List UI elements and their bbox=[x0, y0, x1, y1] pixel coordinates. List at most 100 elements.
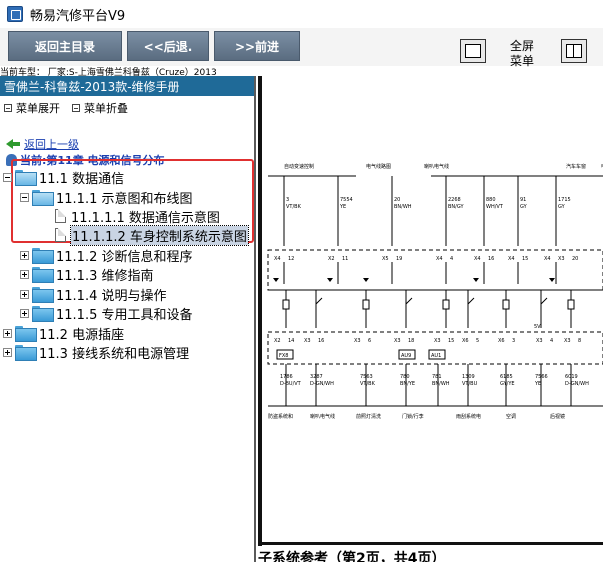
diagram-bottom-label: 后视镜 bbox=[550, 413, 565, 420]
wire-number: 780 bbox=[400, 374, 410, 380]
fuse-label: AU9 bbox=[401, 353, 411, 359]
wire-color: D-GN/WH bbox=[565, 381, 589, 387]
switch-mark bbox=[405, 297, 413, 305]
wire-number: 3287 bbox=[310, 374, 323, 380]
fuse-label: FX8 bbox=[279, 353, 288, 359]
tree-node-11-1-3[interactable]: 11.1.3 维修指南 bbox=[20, 265, 153, 284]
connector-pin: 16 bbox=[318, 338, 324, 344]
back-arrow-icon bbox=[6, 139, 20, 149]
back-button[interactable]: <<后退. bbox=[127, 31, 209, 61]
tree-label[interactable]: 11.1.4 说明与操作 bbox=[56, 285, 166, 304]
expand-toggle-icon[interactable] bbox=[20, 308, 29, 318]
tree-label[interactable]: 11.1.5 专用工具和设备 bbox=[56, 304, 192, 323]
folder-icon bbox=[32, 287, 54, 303]
menu-controls: 菜单展开 菜单折叠 bbox=[4, 100, 128, 116]
collapse-toggle-icon[interactable] bbox=[3, 172, 12, 182]
arrow-mark bbox=[473, 278, 479, 282]
connector-pin: 12 bbox=[288, 256, 294, 262]
expand-toggle-icon[interactable] bbox=[20, 289, 29, 299]
diagram-bottom-label: 空调 bbox=[506, 413, 516, 420]
app-logo-icon bbox=[7, 6, 23, 22]
diagram-bottom-label: 前照灯清洗 bbox=[356, 413, 381, 420]
resistor bbox=[442, 299, 450, 310]
wire-color: D-GN/WH bbox=[310, 381, 334, 387]
back-up-link[interactable]: 返回上一级 bbox=[6, 136, 79, 152]
diagram-bottom-label: 雨刮系统电 bbox=[456, 413, 481, 420]
tree-node-11-2[interactable]: 11.2 电源插座 bbox=[3, 324, 124, 343]
connector-pin: 8 bbox=[578, 338, 581, 344]
expand-toggle-icon[interactable] bbox=[3, 328, 12, 338]
arrow-mark bbox=[273, 278, 279, 282]
folder-icon bbox=[32, 306, 54, 322]
switch-mark bbox=[467, 297, 475, 305]
wire-color: GY/YE bbox=[500, 381, 515, 387]
forward-button[interactable]: >>前进 bbox=[214, 31, 300, 61]
fuse-label: AU1 bbox=[431, 353, 441, 359]
connector-pin: 16 bbox=[488, 256, 494, 262]
resistor bbox=[362, 299, 370, 310]
expand-menu-button[interactable]: 菜单展开 bbox=[4, 100, 60, 116]
folder-open-icon bbox=[32, 190, 54, 206]
diagram-top-label: 电气线路图 bbox=[366, 163, 391, 170]
folder-icon bbox=[32, 267, 54, 283]
wire-color: BN/WH bbox=[394, 204, 412, 210]
sidebar: 雪佛兰-科鲁兹-2013款-维修手册 菜单展开 菜单折叠 返回上一级 当前:第1… bbox=[0, 76, 256, 562]
diagram-bottom-label: 喇叭电气线 bbox=[310, 413, 335, 420]
fullscreen-label[interactable]: 全屏 bbox=[507, 39, 537, 54]
home-button[interactable]: 返回主目录 bbox=[8, 31, 122, 61]
expand-toggle-icon[interactable] bbox=[3, 347, 12, 357]
tree-node-11-1-4[interactable]: 11.1.4 说明与操作 bbox=[20, 285, 166, 304]
tree-node-11-1-1-1[interactable]: 11.1.1.1 数据通信示意图 bbox=[55, 207, 220, 226]
diagram-bottom-label: 防盗系统和 bbox=[268, 413, 293, 420]
tree-node-11-1-2[interactable]: 11.1.2 诊断信息和程序 bbox=[20, 246, 192, 265]
tree-label[interactable]: 11.1.1 示意图和布线图 bbox=[56, 188, 192, 207]
connector-pin: 19 bbox=[396, 256, 402, 262]
wire-number: 2268 bbox=[448, 197, 461, 203]
tree-label[interactable]: 11.3 接线系统和电源管理 bbox=[39, 343, 189, 362]
collapse-menu-button[interactable]: 菜单折叠 bbox=[72, 100, 128, 116]
folder-icon bbox=[15, 345, 37, 361]
expand-toggle-icon[interactable] bbox=[20, 250, 29, 260]
connector-pin: X4 bbox=[544, 256, 551, 262]
tree-label[interactable]: 11.1 数据通信 bbox=[39, 168, 124, 187]
connector-pin: X3 bbox=[434, 338, 441, 344]
tree-label[interactable]: 11.2 电源插座 bbox=[39, 324, 124, 343]
collapse-toggle-icon[interactable] bbox=[20, 192, 29, 202]
tree-node-11-3[interactable]: 11.3 接线系统和电源管理 bbox=[3, 343, 189, 362]
diagram-top-label: 自动变速控制 bbox=[284, 163, 314, 170]
wire-color: BN/WH bbox=[432, 381, 450, 387]
tree-node-11-1[interactable]: 11.1 数据通信 bbox=[3, 168, 124, 187]
tree-label[interactable]: 11.1.1.1 数据通信示意图 bbox=[71, 207, 220, 226]
split-pane-icon[interactable] bbox=[561, 39, 587, 63]
wire-number: 880 bbox=[486, 197, 496, 203]
tree-label[interactable]: 11.1.3 维修指南 bbox=[56, 265, 153, 284]
tree-label[interactable]: 11.1.2 诊断信息和程序 bbox=[56, 246, 192, 265]
tree-node-11-1-5[interactable]: 11.1.5 专用工具和设备 bbox=[20, 304, 192, 323]
wire-number: 1786 bbox=[280, 374, 293, 380]
folder-open-icon bbox=[15, 170, 37, 186]
back-up-label[interactable]: 返回上一级 bbox=[24, 136, 79, 152]
content-frame-bottom bbox=[258, 542, 603, 545]
tree-node-11-1-1-2[interactable]: 11.1.1.2 车身控制系统示意图 bbox=[55, 224, 249, 246]
connector-pin: X4 bbox=[474, 256, 481, 262]
single-pane-icon[interactable] bbox=[460, 39, 486, 63]
diagram-top-label: 喇叭电气线 bbox=[424, 163, 449, 170]
expand-toggle-icon[interactable] bbox=[20, 269, 29, 279]
content-pane: 自动变速控制电气线路图喇叭电气线汽车车窗电气线图3VT/BK7554YE20BN… bbox=[258, 76, 603, 562]
connector-pin: X3 bbox=[564, 338, 571, 344]
tree-node-11-1-1[interactable]: 11.1.1 示意图和布线图 bbox=[20, 188, 192, 207]
connector-pin: X3 bbox=[558, 256, 565, 262]
wire-number: 7566 bbox=[535, 374, 548, 380]
fullscreen-menu-label[interactable]: 全屏 菜单 bbox=[507, 39, 537, 69]
tree-label-selected[interactable]: 11.1.1.2 车身控制系统示意图 bbox=[70, 224, 249, 246]
wire-color: YE bbox=[534, 381, 541, 387]
connector-pin: 11 bbox=[342, 256, 348, 262]
connector-pin: X4 bbox=[436, 256, 443, 262]
wire-number: 6185 bbox=[500, 374, 513, 380]
arrow-mark bbox=[549, 278, 555, 282]
menu-label[interactable]: 菜单 bbox=[507, 54, 537, 69]
connector-pin: X5 bbox=[382, 256, 389, 262]
connector-pin: X4 bbox=[274, 256, 281, 262]
connector-pin: X2 bbox=[328, 256, 335, 262]
wire-color: WH/VT bbox=[486, 204, 504, 210]
